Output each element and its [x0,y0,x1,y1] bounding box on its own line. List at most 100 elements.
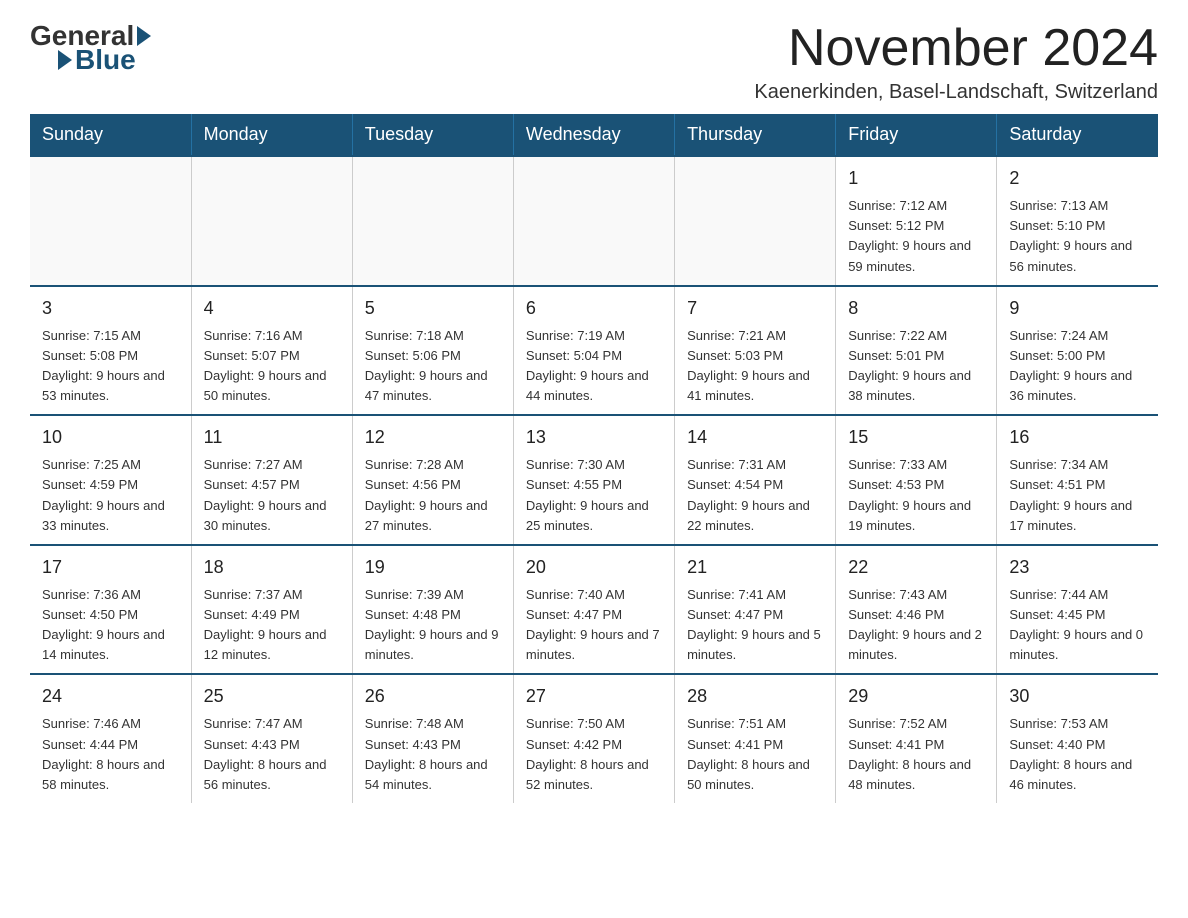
calendar-cell [513,156,674,286]
day-info: Sunrise: 7:53 AMSunset: 4:40 PMDaylight:… [1009,714,1146,795]
day-info: Sunrise: 7:16 AMSunset: 5:07 PMDaylight:… [204,326,340,407]
day-number: 30 [1009,683,1146,710]
calendar-cell: 10 Sunrise: 7:25 AMSunset: 4:59 PMDayligh… [30,415,191,545]
day-info: Sunrise: 7:18 AMSunset: 5:06 PMDaylight:… [365,326,501,407]
calendar-cell: 30 Sunrise: 7:53 AMSunset: 4:40 PMDayligh… [997,674,1158,803]
day-number: 19 [365,554,501,581]
day-number: 12 [365,424,501,451]
header-day-wednesday: Wednesday [513,114,674,156]
day-info: Sunrise: 7:43 AMSunset: 4:46 PMDaylight:… [848,585,984,666]
calendar-cell [191,156,352,286]
day-number: 17 [42,554,179,581]
calendar-cell: 24Sunrise: 7:46 AMSunset: 4:44 PMDayligh… [30,674,191,803]
day-info: Sunrise: 7:36 AMSunset: 4:50 PMDaylight:… [42,585,179,666]
day-number: 26 [365,683,501,710]
day-number: 4 [204,295,340,322]
day-info: Sunrise: 7:28 AMSunset: 4:56 PMDaylight:… [365,455,501,536]
calendar-cell: 2 Sunrise: 7:13 AMSunset: 5:10 PMDaylight… [997,156,1158,286]
calendar-cell [675,156,836,286]
logo-blue-text: Blue [75,44,136,76]
day-info: Sunrise: 7:21 AMSunset: 5:03 PMDaylight:… [687,326,823,407]
calendar-cell: 8 Sunrise: 7:22 AMSunset: 5:01 PMDaylight… [836,286,997,416]
logo: General Blue [30,20,154,76]
day-number: 2 [1009,165,1146,192]
calendar-cell: 20Sunrise: 7:40 AMSunset: 4:47 PMDayligh… [513,545,674,675]
calendar-header: SundayMondayTuesdayWednesdayThursdayFrid… [30,114,1158,156]
calendar-body: 1 Sunrise: 7:12 AMSunset: 5:12 PMDaylight… [30,156,1158,803]
calendar-cell: 19 Sunrise: 7:39 AMSunset: 4:48 PMDayligh… [352,545,513,675]
day-info: Sunrise: 7:44 AMSunset: 4:45 PMDaylight:… [1009,585,1146,666]
calendar-cell [352,156,513,286]
header-day-saturday: Saturday [997,114,1158,156]
header-day-thursday: Thursday [675,114,836,156]
calendar-cell: 25Sunrise: 7:47 AMSunset: 4:43 PMDayligh… [191,674,352,803]
calendar-cell: 21Sunrise: 7:41 AMSunset: 4:47 PMDayligh… [675,545,836,675]
day-number: 23 [1009,554,1146,581]
calendar-cell: 15 Sunrise: 7:33 AMSunset: 4:53 PMDayligh… [836,415,997,545]
day-number: 9 [1009,295,1146,322]
day-number: 7 [687,295,823,322]
calendar-cell: 1 Sunrise: 7:12 AMSunset: 5:12 PMDaylight… [836,156,997,286]
calendar-cell: 14 Sunrise: 7:31 AMSunset: 4:54 PMDayligh… [675,415,836,545]
calendar-week-4: 17 Sunrise: 7:36 AMSunset: 4:50 PMDayligh… [30,545,1158,675]
calendar-cell: 28 Sunrise: 7:51 AMSunset: 4:41 PMDayligh… [675,674,836,803]
calendar-cell: 27Sunrise: 7:50 AMSunset: 4:42 PMDayligh… [513,674,674,803]
day-info: Sunrise: 7:50 AMSunset: 4:42 PMDaylight:… [526,714,662,795]
calendar-cell: 23 Sunrise: 7:44 AMSunset: 4:45 PMDayligh… [997,545,1158,675]
calendar-cell: 13 Sunrise: 7:30 AMSunset: 4:55 PMDayligh… [513,415,674,545]
day-info: Sunrise: 7:13 AMSunset: 5:10 PMDaylight:… [1009,196,1146,277]
day-number: 14 [687,424,823,451]
calendar-cell: 26 Sunrise: 7:48 AMSunset: 4:43 PMDayligh… [352,674,513,803]
calendar-cell: 7 Sunrise: 7:21 AMSunset: 5:03 PMDaylight… [675,286,836,416]
day-info: Sunrise: 7:34 AMSunset: 4:51 PMDaylight:… [1009,455,1146,536]
day-info: Sunrise: 7:47 AMSunset: 4:43 PMDaylight:… [204,714,340,795]
day-number: 10 [42,424,179,451]
calendar-cell: 5Sunrise: 7:18 AMSunset: 5:06 PMDaylight… [352,286,513,416]
header-day-friday: Friday [836,114,997,156]
calendar: SundayMondayTuesdayWednesdayThursdayFrid… [30,114,1158,803]
day-info: Sunrise: 7:25 AMSunset: 4:59 PMDaylight:… [42,455,179,536]
calendar-cell: 12 Sunrise: 7:28 AMSunset: 4:56 PMDayligh… [352,415,513,545]
day-number: 20 [526,554,662,581]
day-info: Sunrise: 7:41 AMSunset: 4:47 PMDaylight:… [687,585,823,666]
day-info: Sunrise: 7:37 AMSunset: 4:49 PMDaylight:… [204,585,340,666]
day-info: Sunrise: 7:31 AMSunset: 4:54 PMDaylight:… [687,455,823,536]
day-number: 29 [848,683,984,710]
day-info: Sunrise: 7:15 AMSunset: 5:08 PMDaylight:… [42,326,179,407]
day-number: 8 [848,295,984,322]
day-info: Sunrise: 7:48 AMSunset: 4:43 PMDaylight:… [365,714,501,795]
calendar-cell: 3 Sunrise: 7:15 AMSunset: 5:08 PMDaylight… [30,286,191,416]
header: General Blue November 2024 Kaenerkinden,… [30,20,1158,104]
header-day-sunday: Sunday [30,114,191,156]
day-info: Sunrise: 7:33 AMSunset: 4:53 PMDaylight:… [848,455,984,536]
day-info: Sunrise: 7:39 AMSunset: 4:48 PMDaylight:… [365,585,501,666]
day-number: 16 [1009,424,1146,451]
header-row: SundayMondayTuesdayWednesdayThursdayFrid… [30,114,1158,156]
calendar-cell: 29 Sunrise: 7:52 AMSunset: 4:41 PMDayligh… [836,674,997,803]
day-info: Sunrise: 7:52 AMSunset: 4:41 PMDaylight:… [848,714,984,795]
day-info: Sunrise: 7:30 AMSunset: 4:55 PMDaylight:… [526,455,662,536]
day-number: 3 [42,295,179,322]
calendar-week-1: 1 Sunrise: 7:12 AMSunset: 5:12 PMDaylight… [30,156,1158,286]
day-number: 24 [42,683,179,710]
logo-arrow-icon [137,26,151,46]
day-info: Sunrise: 7:51 AMSunset: 4:41 PMDaylight:… [687,714,823,795]
calendar-cell: 6 Sunrise: 7:19 AMSunset: 5:04 PMDaylight… [513,286,674,416]
calendar-cell: 11Sunrise: 7:27 AMSunset: 4:57 PMDayligh… [191,415,352,545]
header-day-tuesday: Tuesday [352,114,513,156]
calendar-cell: 4 Sunrise: 7:16 AMSunset: 5:07 PMDaylight… [191,286,352,416]
day-info: Sunrise: 7:12 AMSunset: 5:12 PMDaylight:… [848,196,984,277]
calendar-week-3: 10 Sunrise: 7:25 AMSunset: 4:59 PMDayligh… [30,415,1158,545]
day-number: 1 [848,165,984,192]
day-number: 6 [526,295,662,322]
logo-arrow2-icon [58,50,72,70]
day-info: Sunrise: 7:19 AMSunset: 5:04 PMDaylight:… [526,326,662,407]
day-number: 13 [526,424,662,451]
day-info: Sunrise: 7:24 AMSunset: 5:00 PMDaylight:… [1009,326,1146,407]
calendar-cell: 18Sunrise: 7:37 AMSunset: 4:49 PMDayligh… [191,545,352,675]
header-day-monday: Monday [191,114,352,156]
day-number: 28 [687,683,823,710]
day-info: Sunrise: 7:22 AMSunset: 5:01 PMDaylight:… [848,326,984,407]
day-number: 15 [848,424,984,451]
day-number: 22 [848,554,984,581]
